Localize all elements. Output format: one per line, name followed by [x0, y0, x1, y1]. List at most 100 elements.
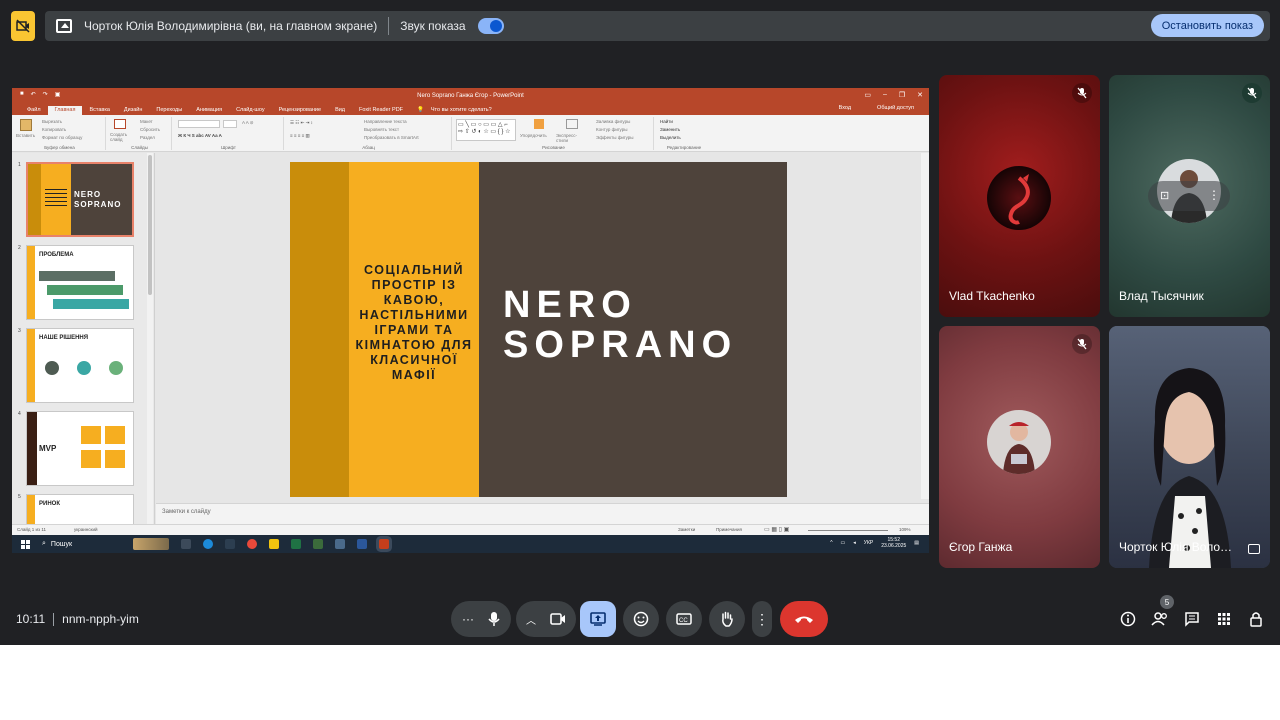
tab-slideshow[interactable]: Слайд-шоу	[229, 106, 272, 115]
format-painter-button[interactable]: Формат по образцу	[42, 135, 82, 140]
shape-fill-button[interactable]: Заливка фигуры	[596, 119, 630, 124]
host-controls-icon[interactable]	[1246, 609, 1266, 629]
thumbnails-scrollbar[interactable]	[147, 153, 153, 524]
participant-tile[interactable]: Vlad Tkachenko	[939, 75, 1100, 317]
comments-toggle[interactable]: Примечания	[716, 527, 742, 532]
replace-button[interactable]: Заменить	[660, 127, 680, 132]
minimize-icon[interactable]: –	[883, 91, 887, 99]
close-icon[interactable]: ✕	[917, 91, 923, 99]
self-view-icon[interactable]	[1248, 544, 1260, 554]
participant-tile[interactable]: ⊡ ⋮ Влад Тысячник	[1109, 75, 1270, 317]
captions-button[interactable]: CC	[666, 601, 702, 637]
language-status[interactable]: украинский	[74, 527, 97, 532]
tab-insert[interactable]: Вставка	[82, 106, 116, 115]
tab-file[interactable]: Файл	[20, 106, 48, 115]
more-options-icon[interactable]: ⋮	[1208, 188, 1220, 202]
current-slide[interactable]: Соціальний простір із кавою, настільними…	[290, 162, 787, 497]
cut-button[interactable]: Вырезать	[42, 119, 62, 124]
tab-transitions[interactable]: Переходы	[149, 106, 189, 115]
undo-icon[interactable]: ↶	[31, 91, 36, 98]
volume-icon[interactable]: ◂	[853, 540, 856, 546]
start-show-icon[interactable]: ▣	[55, 91, 61, 98]
font-size-select[interactable]	[223, 120, 237, 128]
windows-start-icon[interactable]	[21, 539, 30, 549]
new-slide-button[interactable]: Создать слайд	[110, 132, 132, 142]
participant-tile-self[interactable]: Чорток Юлія Воло…	[1109, 326, 1270, 568]
shapes-gallery[interactable]: ▭ ╲ ▭ ○ ▭ ▭ △ ⌐ ⇨ ⇧ ↺ ◐ ☆ ▭ { } ☆	[456, 119, 516, 141]
raise-hand-button[interactable]	[709, 601, 745, 637]
save-icon[interactable]: ■	[20, 91, 24, 98]
present-now-button[interactable]	[580, 601, 616, 637]
ribbon-options-icon[interactable]: ▭	[864, 91, 871, 99]
meeting-details-icon[interactable]	[1118, 609, 1138, 629]
tab-review[interactable]: Рецензирование	[272, 106, 328, 115]
tab-home[interactable]: Главная	[47, 106, 83, 115]
shape-outline-button[interactable]: Контур фигуры	[596, 127, 627, 132]
pin-icon[interactable]: ⊡	[1160, 189, 1169, 202]
terminal-icon[interactable]	[224, 539, 235, 549]
quick-styles-button[interactable]: Экспресс-стили	[556, 133, 586, 143]
text-direction-button[interactable]: Направление текста	[364, 119, 407, 124]
more-options-button[interactable]: ⋮	[752, 601, 772, 637]
canvas-scrollbar[interactable]	[921, 153, 929, 499]
audio-options-icon[interactable]: ···	[462, 612, 474, 626]
language-indicator[interactable]: УКР	[864, 540, 873, 546]
chevron-up-icon[interactable]: ︿	[526, 612, 536, 627]
excel-icon[interactable]	[290, 539, 301, 549]
task-view-icon[interactable]	[180, 539, 191, 549]
app-icon[interactable]	[312, 539, 323, 549]
slide-thumbnail-1[interactable]: NERO SOPRANO	[26, 162, 134, 237]
tray-arrow-icon[interactable]: ^	[830, 540, 832, 546]
people-icon[interactable]	[1150, 609, 1170, 629]
slide-thumbnail-5[interactable]: РИНОК	[26, 494, 134, 524]
explorer-icon[interactable]	[268, 539, 279, 549]
find-button[interactable]: Найти	[660, 119, 673, 124]
reactions-button[interactable]	[623, 601, 659, 637]
sound-toggle[interactable]	[477, 18, 504, 34]
notification-icon[interactable]: ▤	[914, 540, 919, 546]
tab-animations[interactable]: Анимация	[189, 106, 229, 115]
slide-thumbnail-2[interactable]: ПРОБЛЕМА	[26, 245, 134, 320]
taskbar-search[interactable]: Пошук	[51, 541, 131, 548]
copy-button[interactable]: Копировать	[42, 127, 66, 132]
sign-in-link[interactable]: Вход	[832, 104, 858, 113]
tab-foxit[interactable]: Foxit Reader PDF	[352, 106, 410, 115]
activities-icon[interactable]	[1214, 609, 1234, 629]
layout-button[interactable]: Макет	[140, 119, 153, 124]
list-buttons[interactable]: ☰ ☷ ⇤ ⇥ ↕	[290, 120, 313, 126]
notes-toggle[interactable]: Заметки	[678, 527, 695, 532]
search-icon[interactable]: ⌕	[42, 540, 46, 548]
powerpoint-icon[interactable]	[378, 539, 389, 549]
reset-button[interactable]: Сбросить	[140, 127, 160, 132]
stop-presenting-button[interactable]: Остановить показ	[1150, 14, 1264, 37]
microphone-icon[interactable]	[488, 611, 500, 627]
align-text-button[interactable]: Выровнять текст	[364, 127, 399, 132]
slide-thumbnail-3[interactable]: НАШЕ РІШЕННЯ	[26, 328, 134, 403]
arrange-button[interactable]: Упорядочить	[520, 133, 547, 138]
chrome-icon[interactable]	[246, 539, 257, 549]
meeting-code[interactable]: nnm-npph-yim	[62, 612, 139, 626]
maximize-icon[interactable]: ❐	[899, 91, 905, 99]
share-link[interactable]: Общий доступ	[870, 104, 921, 113]
paste-button[interactable]: Вставить	[16, 133, 35, 138]
section-button[interactable]: Раздел	[140, 135, 155, 140]
align-buttons[interactable]: ≡ ≡ ≡ ≡ ▥	[290, 133, 310, 139]
tell-me-input[interactable]: Что вы хотите сделать?	[431, 106, 499, 115]
tab-view[interactable]: Вид	[328, 106, 352, 115]
redo-icon[interactable]: ↷	[43, 91, 48, 98]
chat-icon[interactable]	[1182, 609, 1202, 629]
edge-icon[interactable]	[202, 539, 213, 549]
font-name-select[interactable]	[178, 120, 220, 128]
taskbar-clock[interactable]: 15:52 23.06.2025	[881, 537, 906, 549]
notes-pane[interactable]: Заметки к слайду	[156, 503, 929, 524]
presentation-mode-icon[interactable]	[11, 11, 35, 41]
smartart-button[interactable]: Преобразовать в SmartArt	[364, 135, 419, 140]
shape-effects-button[interactable]: Эффекты фигуры	[596, 135, 634, 140]
app-icon[interactable]	[334, 539, 345, 549]
word-icon[interactable]	[356, 539, 367, 549]
font-style-buttons[interactable]: Ж К Ч S abc AV Aa A	[178, 133, 222, 138]
zoom-level[interactable]: 109%	[899, 527, 911, 532]
slide-thumbnail-4[interactable]: MVP	[26, 411, 134, 486]
tile-hover-controls[interactable]: ⊡ ⋮	[1148, 181, 1230, 211]
view-buttons[interactable]: ▭ ▦ ▯ ▣	[764, 526, 789, 533]
